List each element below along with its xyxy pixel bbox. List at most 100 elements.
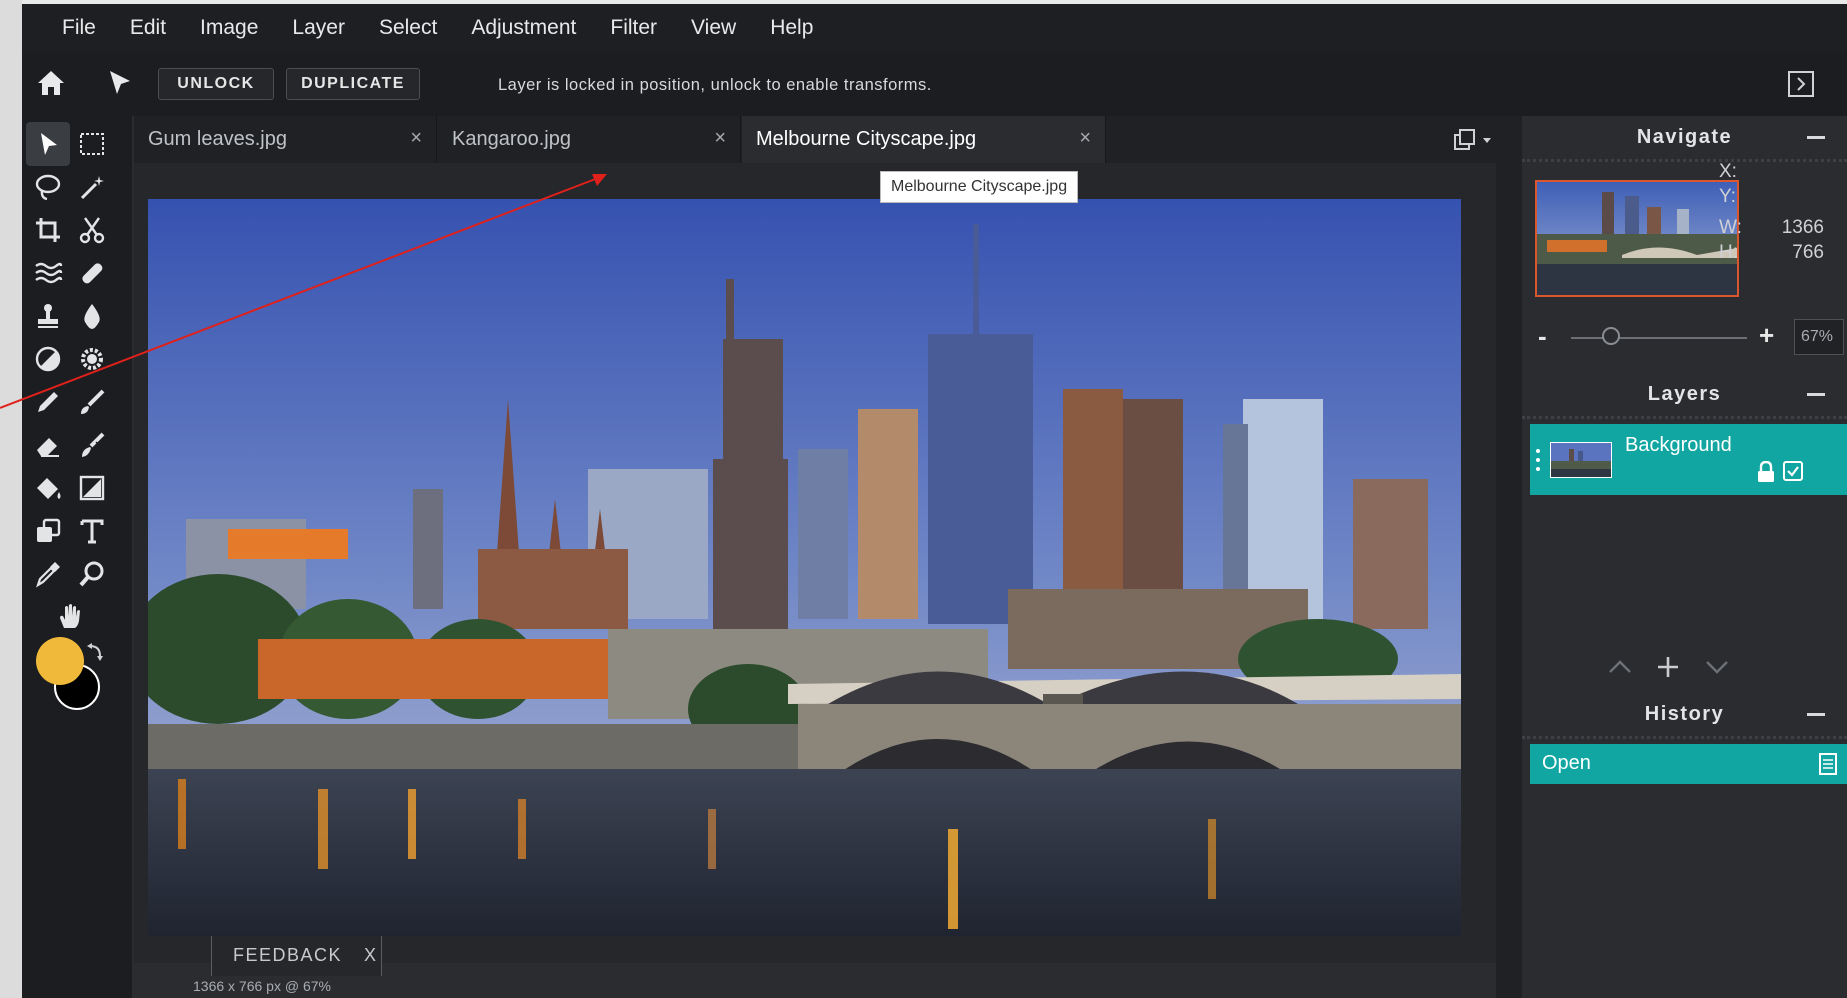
tool-select-move[interactable]: [26, 122, 70, 166]
tool-shape[interactable]: [26, 509, 70, 553]
menu-image[interactable]: Image: [200, 16, 258, 40]
tab-gum-leaves[interactable]: Gum leaves.jpg ×: [134, 116, 437, 163]
tool-zoom[interactable]: [70, 552, 114, 596]
crop-icon: [36, 218, 60, 242]
cursor-x-label: X:: [1719, 161, 1737, 182]
zoom-level-input[interactable]: 67%: [1794, 319, 1844, 355]
close-icon[interactable]: ×: [1079, 127, 1091, 150]
add-layer-icon[interactable]: [1656, 655, 1680, 679]
toggle-panel-icon[interactable]: [1787, 70, 1815, 98]
layers-header[interactable]: Layers: [1522, 373, 1847, 419]
magnifier-icon: [79, 561, 104, 587]
menu-select[interactable]: Select: [379, 16, 437, 40]
zoom-slider-handle[interactable]: [1602, 327, 1620, 345]
feedback-label: FEEDBACK: [233, 945, 343, 965]
foreground-color-swatch[interactable]: [36, 637, 84, 685]
window-arrange-icon[interactable]: [1452, 128, 1500, 152]
minimize-icon[interactable]: [1807, 136, 1825, 139]
tool-heal[interactable]: [70, 251, 114, 295]
right-panel: Navigate X: Y: W: 1366 H: 766 - + 67% La…: [1522, 116, 1847, 998]
zoom-in-button[interactable]: +: [1759, 320, 1774, 351]
tool-hand[interactable]: [48, 594, 92, 638]
width-value: 1366: [1781, 217, 1824, 238]
pencil-icon: [38, 392, 58, 412]
tab-label: Kangaroo.jpg: [452, 128, 571, 150]
menu-adjustment[interactable]: Adjustment: [471, 16, 576, 40]
feedback-tab[interactable]: FEEDBACK X: [211, 934, 382, 976]
move-pointer-icon[interactable]: [104, 68, 134, 98]
menu-help[interactable]: Help: [770, 16, 813, 40]
tab-label: Melbourne Cityscape.jpg: [756, 128, 977, 150]
menu-layer[interactable]: Layer: [292, 16, 345, 40]
menu-file[interactable]: File: [62, 16, 96, 40]
tool-text[interactable]: [70, 509, 114, 553]
tool-gradient[interactable]: [70, 466, 114, 510]
navigator-image: [1537, 182, 1737, 295]
tool-blur[interactable]: [70, 294, 114, 338]
visibility-checkbox-icon[interactable]: [1783, 461, 1803, 481]
zoom-out-button[interactable]: -: [1538, 321, 1547, 352]
tool-smudge[interactable]: [70, 423, 114, 467]
hand-icon: [60, 604, 80, 628]
tool-crop[interactable]: [26, 208, 70, 252]
tool-brush[interactable]: [70, 380, 114, 424]
tool-eyedropper[interactable]: [26, 552, 70, 596]
history-header[interactable]: History: [1522, 693, 1847, 739]
tool-cut[interactable]: [70, 208, 114, 252]
menu-view[interactable]: View: [691, 16, 736, 40]
tool-marquee[interactable]: [70, 122, 114, 166]
minimize-icon[interactable]: [1807, 393, 1825, 396]
tab-kangaroo[interactable]: Kangaroo.jpg ×: [438, 116, 741, 163]
bandage-icon: [82, 263, 103, 284]
history-title: History: [1644, 703, 1725, 725]
layer-item[interactable]: Background: [1530, 424, 1847, 495]
tool-eraser[interactable]: [26, 423, 70, 467]
arrow-pointer-icon: [41, 133, 57, 155]
move-layer-down-icon[interactable]: [1705, 660, 1729, 674]
feedback-close-button[interactable]: X: [364, 945, 378, 966]
minimize-icon[interactable]: [1807, 713, 1825, 716]
zoom-slider-track[interactable]: [1571, 337, 1747, 339]
tool-liquify[interactable]: [26, 251, 70, 295]
tab-tooltip: Melbourne Cityscape.jpg: [880, 171, 1079, 203]
tool-palette: [22, 116, 132, 998]
navigate-header[interactable]: Navigate: [1522, 116, 1847, 162]
tab-melbourne-cityscape[interactable]: Melbourne Cityscape.jpg ×: [742, 116, 1106, 163]
navigator-thumbnail[interactable]: [1535, 180, 1739, 297]
smudge-icon: [82, 432, 105, 457]
tool-pencil[interactable]: [26, 380, 70, 424]
width-label: W:: [1719, 217, 1742, 238]
scissors-icon: [79, 217, 105, 244]
history-action-name: Open: [1542, 752, 1591, 774]
lock-icon[interactable]: [1757, 461, 1775, 483]
brush-icon: [81, 389, 105, 414]
document-icon: [1819, 753, 1837, 775]
move-layer-up-icon[interactable]: [1608, 660, 1632, 674]
tool-magic-wand[interactable]: [70, 165, 114, 209]
layer-name: Background: [1625, 434, 1732, 456]
tool-lasso[interactable]: [26, 165, 70, 209]
tool-clone-stamp[interactable]: [26, 294, 70, 338]
duplicate-button[interactable]: DUPLICATE: [286, 68, 420, 100]
tool-sponge[interactable]: [70, 337, 114, 381]
close-icon[interactable]: ×: [714, 127, 726, 150]
options-toolbar: UNLOCK DUPLICATE Layer is locked in posi…: [22, 52, 1847, 116]
shapes-icon: [37, 518, 61, 542]
menu-edit[interactable]: Edit: [130, 16, 166, 40]
unlock-button[interactable]: UNLOCK: [158, 68, 274, 100]
vertical-scroll-region[interactable]: [1496, 116, 1522, 998]
text-icon: [80, 519, 104, 544]
history-item[interactable]: Open: [1530, 744, 1847, 784]
close-icon[interactable]: ×: [410, 127, 422, 150]
home-icon[interactable]: [36, 68, 66, 98]
document-image[interactable]: [148, 199, 1461, 936]
navigate-title: Navigate: [1636, 126, 1733, 148]
menu-filter[interactable]: Filter: [610, 16, 657, 40]
tool-fill[interactable]: [26, 466, 70, 510]
drag-handle-icon[interactable]: [1535, 448, 1541, 472]
paint-bucket-icon: [37, 478, 61, 499]
desktop-edge: [0, 0, 22, 998]
tool-dodge-burn[interactable]: [26, 337, 70, 381]
layers-title: Layers: [1647, 383, 1722, 405]
swap-colors-icon[interactable]: [86, 642, 104, 662]
